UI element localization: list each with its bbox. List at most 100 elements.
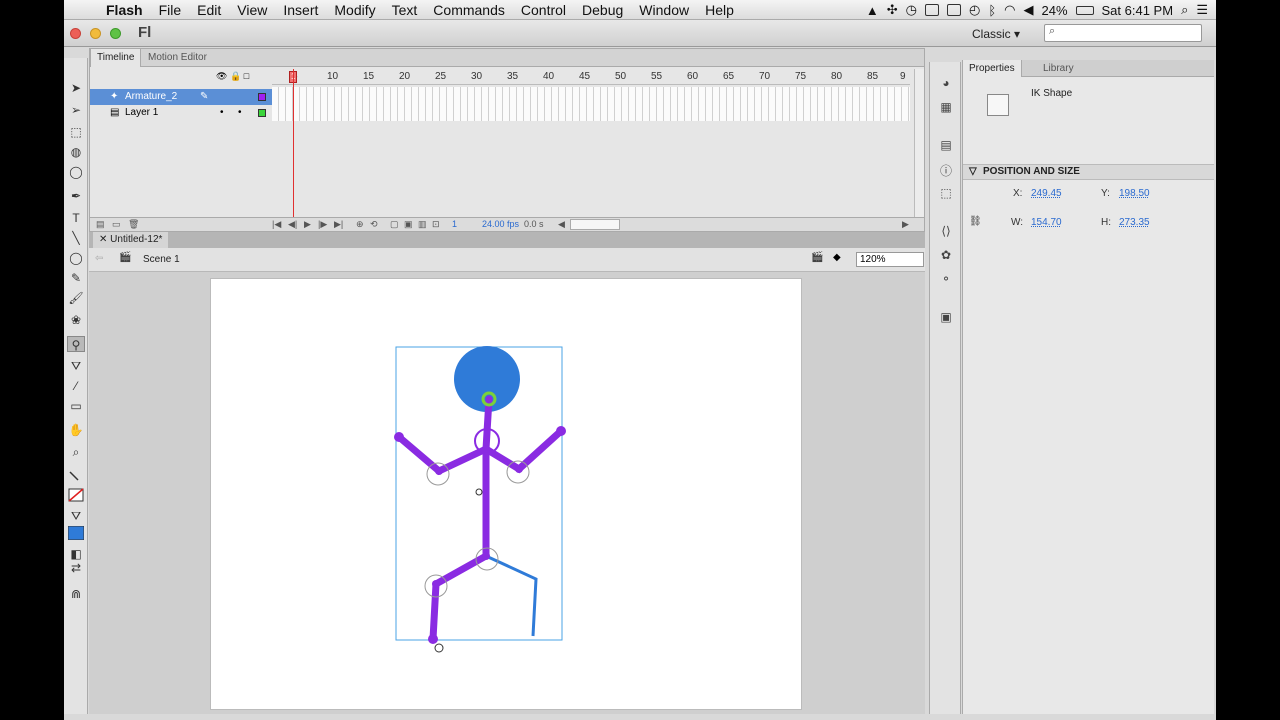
frame-grid[interactable] (272, 87, 910, 121)
hscroll-right-icon[interactable]: ▶ (902, 219, 909, 230)
wifi-icon[interactable]: ◠ (1004, 2, 1015, 18)
hand-tool-icon[interactable]: ✋ (67, 422, 85, 438)
loop-icon[interactable]: ⟲ (370, 219, 378, 230)
tab-motion-editor[interactable]: Motion Editor (142, 49, 213, 67)
clock[interactable]: Sat 6:41 PM (1102, 3, 1174, 18)
stroke-color-icon[interactable] (67, 470, 85, 486)
bluetooth-icon[interactable]: ᛒ (988, 3, 996, 18)
menu-app-flash[interactable]: Flash (98, 2, 151, 18)
layer-color-swatch[interactable] (258, 109, 266, 117)
onion-skin-icon[interactable]: ▢ (390, 219, 399, 230)
x-value[interactable]: 249.45 (1031, 188, 1062, 199)
frame-ruler[interactable]: 5 10 15 20 25 30 35 40 45 50 55 60 65 70… (272, 69, 910, 85)
step-forward-icon[interactable]: |▶ (318, 219, 327, 230)
swap-colors-icon[interactable]: ⇄ (67, 560, 85, 576)
eraser-tool-icon[interactable]: ▭ (67, 398, 85, 414)
center-frame-icon[interactable]: ⊕ (356, 219, 364, 230)
volume-icon[interactable]: ◀ (1023, 2, 1033, 18)
menu-help[interactable]: Help (697, 2, 742, 18)
outline-icon[interactable]: □ (244, 71, 249, 81)
clock-history-icon[interactable]: ◴ (969, 2, 980, 18)
line-tool-icon[interactable]: ╲ (67, 230, 85, 246)
modify-markers-icon[interactable]: ⊡ (432, 219, 440, 230)
minimize-window-button[interactable] (90, 28, 101, 39)
zoom-tool-icon[interactable]: ⌕ (67, 444, 85, 460)
y-value[interactable]: 198.50 (1119, 188, 1150, 199)
battery-icon[interactable] (1075, 5, 1094, 15)
history-icon[interactable]: ▣ (938, 310, 954, 324)
motion-presets-icon[interactable]: ⚬ (938, 272, 954, 286)
selection-tool-icon[interactable]: ➤ (67, 80, 85, 96)
tab-properties[interactable]: Properties (963, 60, 1022, 77)
transform-icon[interactable]: ⬚ (938, 186, 954, 200)
drive-icon[interactable]: ▲ (866, 3, 879, 18)
color-panel-icon[interactable]: ◕ (938, 76, 954, 90)
help-search-input[interactable]: ⌕ (1044, 24, 1202, 42)
pencil-tool-icon[interactable]: ✎ (67, 270, 85, 286)
battery-percent[interactable]: 24% (1041, 3, 1067, 18)
pen-tool-icon[interactable]: ✒ (67, 188, 85, 204)
menu-view[interactable]: View (229, 2, 275, 18)
close-window-button[interactable] (70, 28, 81, 39)
zoom-select[interactable]: 120% (856, 252, 924, 267)
fill-color-icon[interactable]: ⛛ (67, 508, 85, 524)
menu-control[interactable]: Control (513, 2, 574, 18)
visibility-dot[interactable]: • (220, 105, 224, 121)
stage-artwork[interactable] (211, 279, 803, 711)
tab-timeline[interactable]: Timeline (90, 49, 142, 67)
delete-layer-icon[interactable]: 🗑 (128, 219, 139, 230)
align-icon[interactable]: ▤ (938, 138, 954, 152)
edit-symbols-icon[interactable]: ◆ (833, 252, 841, 263)
eyedropper-tool-icon[interactable]: ⁄ (67, 378, 85, 394)
horizontal-scroll-thumb[interactable] (570, 219, 620, 230)
current-frame[interactable]: 1 (452, 219, 457, 229)
disclosure-triangle-icon[interactable]: ▽ (969, 165, 977, 179)
step-back-icon[interactable]: ◀| (288, 219, 297, 230)
paint-bucket-tool-icon[interactable]: ⛛ (67, 358, 85, 374)
eye-icon[interactable]: 👁 (216, 71, 227, 81)
deco-tool-icon[interactable]: ❀ (67, 312, 85, 328)
subselection-tool-icon[interactable]: ➢ (67, 102, 85, 118)
position-size-section[interactable]: ▽ POSITION AND SIZE (963, 164, 1214, 180)
edit-scene-icon[interactable]: 🎬 (811, 252, 823, 263)
brush-tool-icon[interactable]: 🖌 (67, 290, 85, 306)
menu-modify[interactable]: Modify (326, 2, 383, 18)
back-arrow-icon[interactable]: ⇦ (95, 253, 103, 264)
menu-commands[interactable]: Commands (425, 2, 513, 18)
scene-name[interactable]: Scene 1 (143, 254, 180, 265)
text-tool-icon[interactable]: T (67, 210, 85, 226)
layer-row[interactable]: ▤ Layer 1 • • (90, 105, 272, 121)
components-icon[interactable]: ✿ (938, 248, 954, 262)
menu-text[interactable]: Text (384, 2, 426, 18)
tab-library[interactable]: Library (1037, 60, 1080, 77)
go-to-last-frame-icon[interactable]: ▶| (334, 219, 343, 230)
sync-icon[interactable]: ✣ (887, 2, 898, 18)
notification-center-icon[interactable]: ☰ (1196, 2, 1208, 18)
lock-proportions-icon[interactable]: ⛓ (969, 216, 982, 227)
edit-multiple-frames-icon[interactable]: ▥ (418, 219, 427, 230)
new-layer-icon[interactable]: ▤ (96, 219, 105, 230)
time-machine-icon[interactable]: ◷ (906, 2, 917, 18)
h-value[interactable]: 273.35 (1119, 217, 1150, 228)
layer-color-swatch[interactable] (258, 93, 266, 101)
stroke-color-swatch[interactable] (67, 488, 85, 504)
info-icon[interactable]: ⓘ (938, 162, 954, 178)
stage-canvas[interactable] (210, 278, 802, 710)
lock-icon[interactable]: 🔒 (230, 71, 241, 81)
zoom-window-button[interactable] (110, 28, 121, 39)
w-value[interactable]: 154.70 (1031, 217, 1062, 228)
lock-dot[interactable]: • (238, 105, 242, 121)
menu-file[interactable]: File (151, 2, 190, 18)
workspace-switcher[interactable]: Classic ▾ (972, 27, 1020, 41)
play-icon[interactable]: ▶ (304, 219, 311, 230)
menu-insert[interactable]: Insert (275, 2, 326, 18)
close-tab-icon[interactable]: ✕ (99, 234, 110, 245)
swatches-icon[interactable]: ▦ (938, 100, 954, 114)
onion-outline-icon[interactable]: ▣ (404, 219, 413, 230)
menu-window[interactable]: Window (631, 2, 697, 18)
hscroll-left-icon[interactable]: ◀ (558, 219, 565, 230)
free-transform-tool-icon[interactable]: ⬚ (67, 124, 85, 140)
battery-meter-icon[interactable] (946, 4, 961, 16)
fill-color-swatch[interactable] (67, 525, 85, 542)
code-snippets-icon[interactable]: ⟨⟩ (938, 224, 954, 238)
